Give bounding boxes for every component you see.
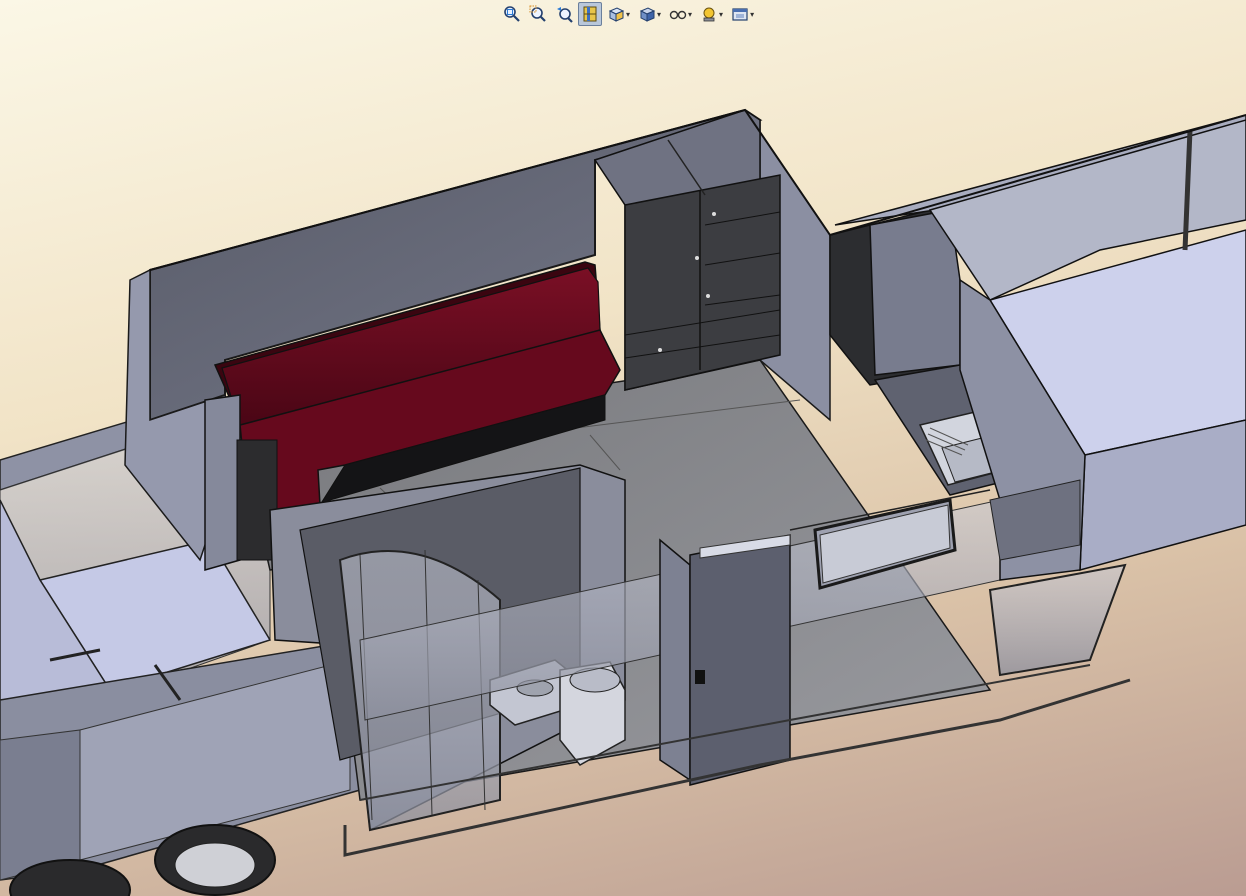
hide-show-icon	[669, 10, 687, 20]
chevron-down-icon: ▾	[688, 9, 693, 19]
chevron-down-icon: ▾	[719, 9, 724, 19]
edit-appearance-button[interactable]: Edit Appearance ▾	[697, 2, 726, 26]
display-style-button[interactable]: Display Style ▾	[635, 2, 664, 26]
section-view-button[interactable]: Section View	[578, 2, 602, 26]
view-settings-icon	[732, 8, 748, 21]
view-orientation-icon	[608, 7, 625, 22]
hide-show-items-button[interactable]: Hide/Show Items ▾	[666, 2, 695, 26]
zoom-area-icon	[529, 5, 546, 22]
graphics-area[interactable]	[0, 0, 1246, 896]
display-style-icon	[639, 7, 656, 22]
chevron-down-icon: ▾	[657, 9, 662, 19]
entry-door[interactable]	[689, 534, 791, 786]
section-view-icon	[583, 6, 597, 22]
view-orientation-button[interactable]: View Orientation ▾	[604, 2, 633, 26]
zoom-to-fit-button[interactable]: Zoom to Fit	[500, 2, 524, 26]
heads-up-view-toolbar: Zoom to Fit Zoom to Area Previous View S…	[500, 0, 757, 28]
model-view[interactable]	[0, 0, 1246, 896]
previous-view-icon	[557, 7, 573, 23]
chevron-down-icon: ▾	[626, 9, 631, 19]
previous-view-button[interactable]: Previous View	[552, 2, 576, 26]
zoom-fit-icon	[504, 6, 520, 22]
zoom-to-area-button[interactable]: Zoom to Area	[526, 2, 550, 26]
chevron-down-icon: ▾	[750, 9, 755, 19]
appearance-icon	[703, 7, 715, 22]
wardrobe[interactable]	[593, 109, 781, 391]
view-settings-button[interactable]: View Settings ▾	[728, 2, 757, 26]
